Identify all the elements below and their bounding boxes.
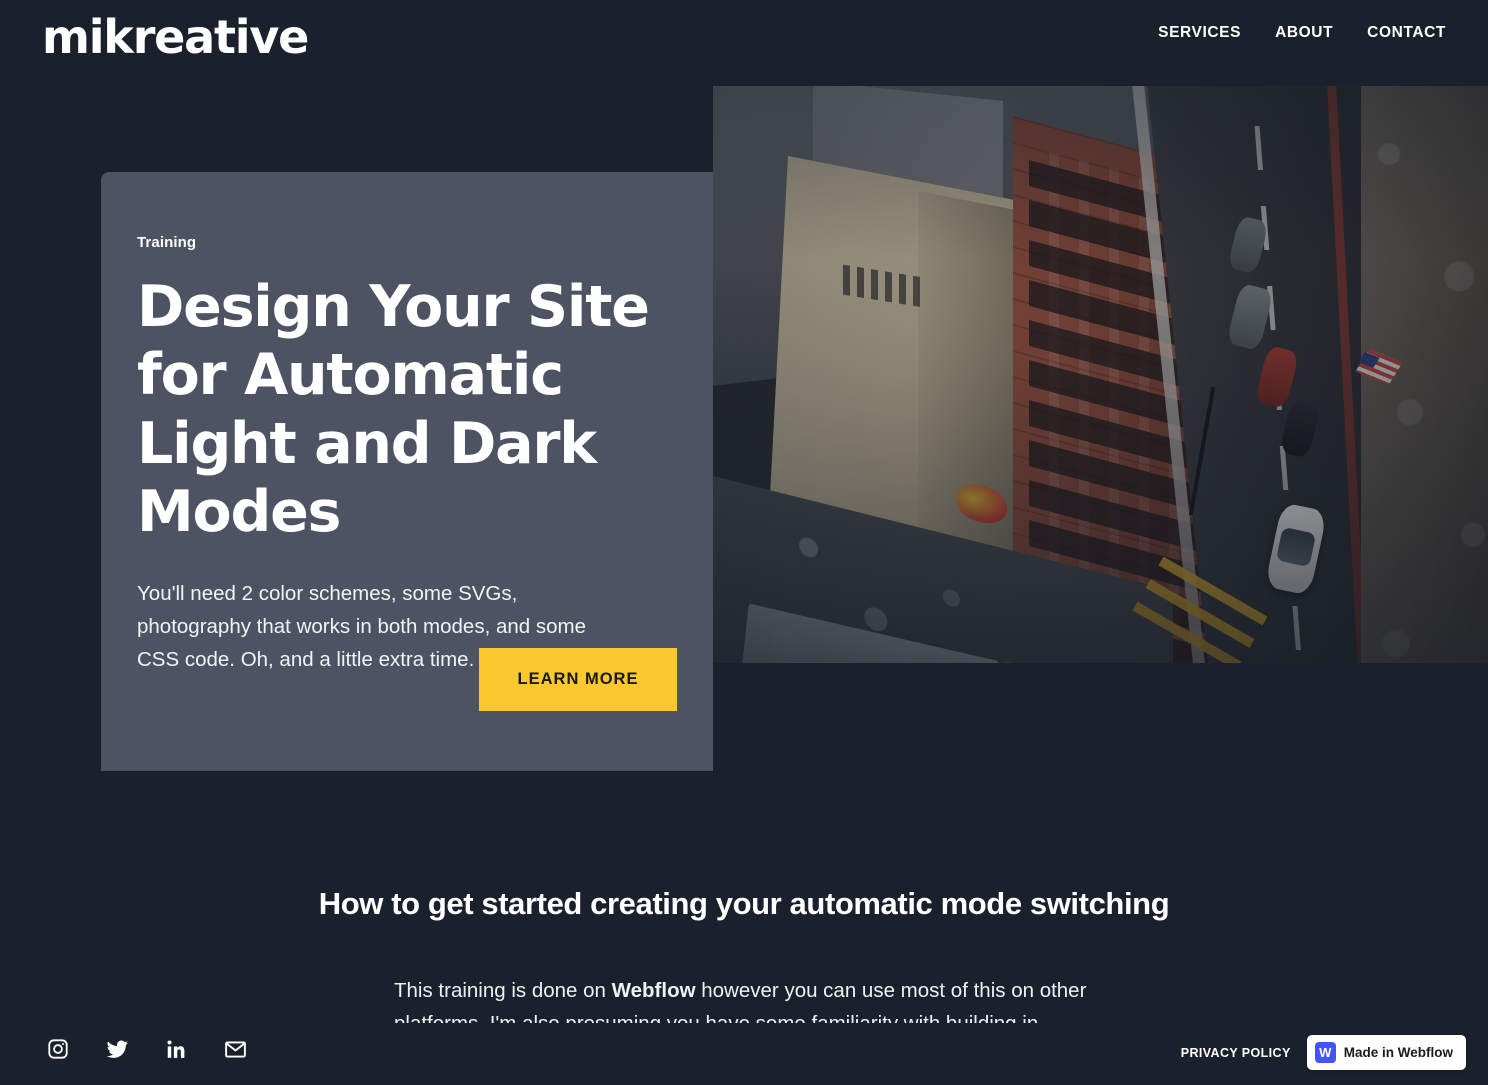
site-header: mikreative SERVICES ABOUT CONTACT (0, 0, 1488, 86)
section-body-part-1: This training is done on (394, 979, 612, 1002)
nav-item-about[interactable]: ABOUT (1275, 24, 1333, 42)
twitter-icon[interactable] (105, 1037, 129, 1061)
section-heading: How to get started creating your automat… (318, 886, 1170, 921)
nav-item-services[interactable]: SERVICES (1158, 24, 1241, 42)
hero-eyebrow: Training (137, 234, 197, 251)
hero-photo (713, 86, 1488, 663)
privacy-policy-link[interactable]: PRIVACY POLICY (1181, 1046, 1291, 1060)
social-links (46, 1037, 247, 1061)
main-navigation: SERVICES ABOUT CONTACT (1158, 24, 1446, 42)
made-in-webflow-label: Made in Webflow (1343, 1045, 1453, 1060)
instagram-icon[interactable] (46, 1037, 70, 1061)
site-footer: PRIVACY POLICY W Made in Webflow (0, 1023, 1488, 1085)
hero-cta-wrapper: LEARN MORE (479, 648, 677, 711)
linkedin-icon[interactable] (164, 1037, 188, 1061)
hero-title: Design Your Site for Automatic Light and… (137, 274, 650, 546)
learn-more-button[interactable]: LEARN MORE (479, 648, 677, 711)
webflow-logo-icon: W (1314, 1042, 1336, 1063)
site-logo[interactable]: mikreative (42, 14, 309, 60)
footer-right-group: PRIVACY POLICY W Made in Webflow (1181, 1035, 1466, 1070)
photo-white-car-windshield (1275, 526, 1317, 568)
made-in-webflow-badge[interactable]: W Made in Webflow (1306, 1035, 1466, 1070)
nav-item-contact[interactable]: CONTACT (1367, 24, 1446, 42)
section-body-emphasis: Webflow (611, 979, 696, 1002)
email-icon[interactable] (223, 1037, 247, 1061)
